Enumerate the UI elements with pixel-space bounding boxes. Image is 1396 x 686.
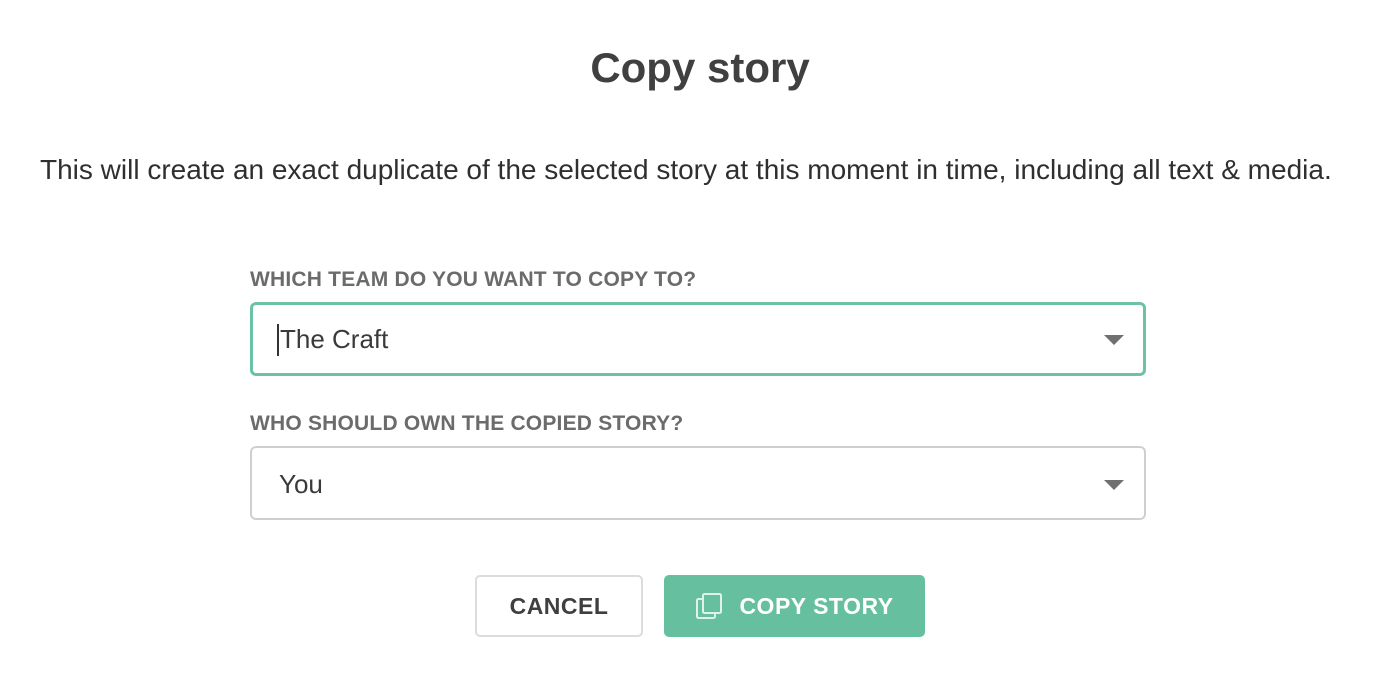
copy-icon bbox=[695, 592, 723, 620]
text-cursor bbox=[277, 324, 279, 356]
owner-field-label: WHO SHOULD OWN THE COPIED STORY? bbox=[250, 412, 684, 435]
dialog-title: Copy story bbox=[590, 44, 810, 91]
owner-select[interactable]: You bbox=[250, 446, 1146, 520]
team-field-label: WHICH TEAM DO YOU WANT TO COPY TO? bbox=[250, 268, 697, 291]
cancel-button-label: CANCEL bbox=[509, 592, 609, 619]
chevron-down-icon[interactable] bbox=[1104, 480, 1124, 490]
copy-story-button[interactable]: COPY STORY bbox=[664, 575, 925, 637]
copy-story-dialog: Copy story This will create an exact dup… bbox=[0, 0, 1396, 686]
chevron-down-icon[interactable] bbox=[1104, 335, 1124, 345]
cancel-button[interactable]: CANCEL bbox=[475, 575, 643, 637]
team-select-value: The Craft bbox=[280, 324, 389, 354]
owner-select-value: You bbox=[279, 469, 323, 499]
copy-story-button-label: COPY STORY bbox=[739, 592, 894, 619]
team-select[interactable]: The Craft bbox=[250, 302, 1146, 376]
dialog-description: This will create an exact duplicate of t… bbox=[40, 154, 1332, 185]
